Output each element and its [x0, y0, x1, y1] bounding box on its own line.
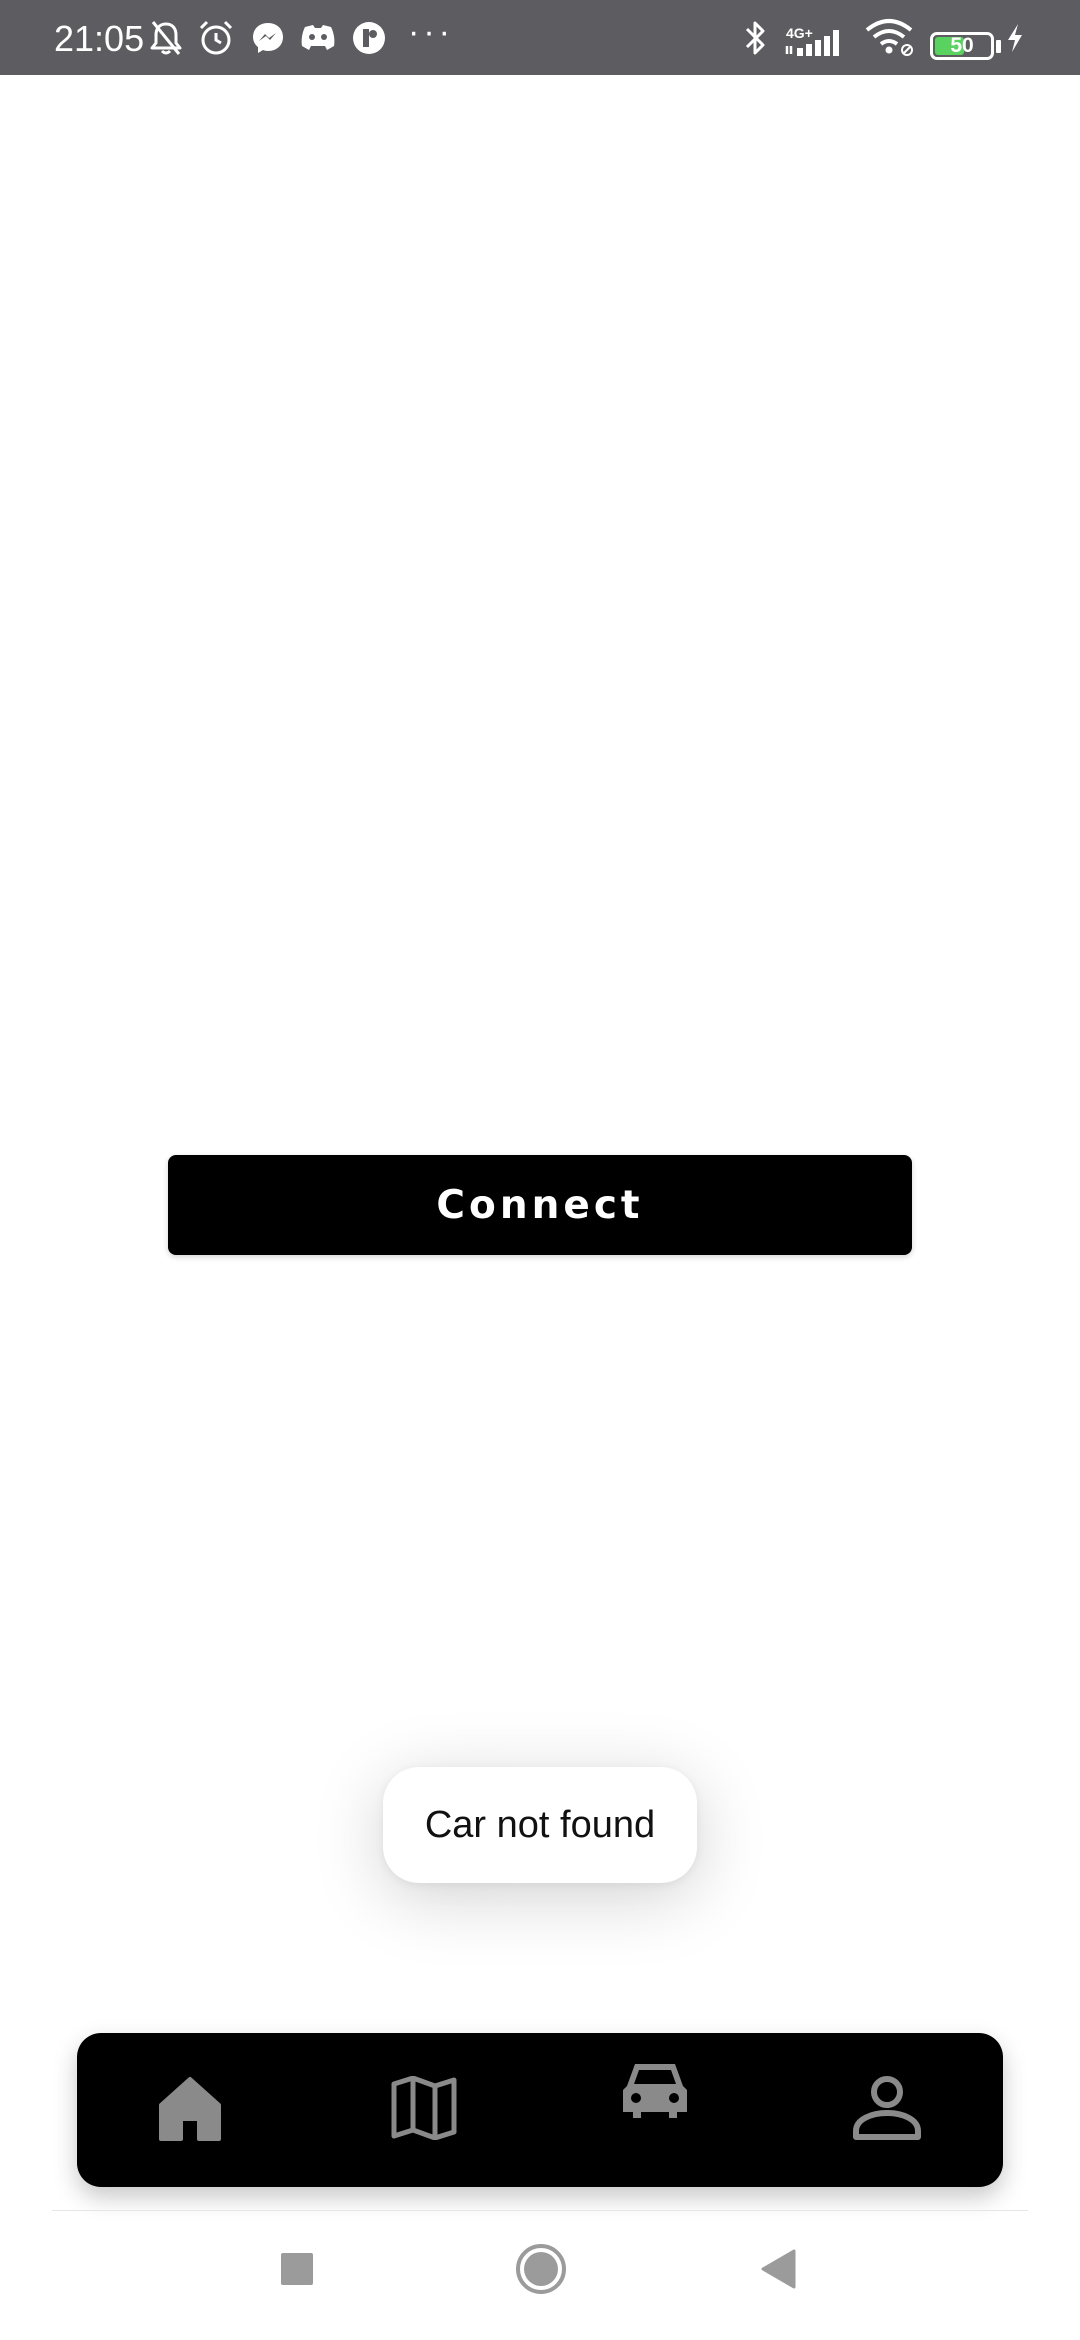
- bluetooth-icon: [740, 0, 770, 75]
- more-notifications-indicator: ···: [408, 13, 454, 51]
- charging-bolt-icon: [1002, 0, 1028, 75]
- recents-button[interactable]: [262, 2236, 332, 2306]
- alarm-icon: [196, 0, 236, 75]
- person-icon: [852, 2075, 922, 2146]
- system-home-button[interactable]: [506, 2236, 576, 2306]
- messenger-icon: [248, 0, 288, 75]
- status-bar: 21:05 ··· 4G+ 50: [0, 0, 1080, 75]
- nav-item-car[interactable]: [575, 2015, 735, 2169]
- map-icon: [391, 2075, 457, 2145]
- nav-item-profile[interactable]: [807, 2033, 967, 2187]
- bottom-navigation: [77, 2033, 1003, 2187]
- battery-indicator: 50: [930, 32, 994, 60]
- back-triangle-icon: [760, 2249, 798, 2294]
- car-icon: [621, 2060, 689, 2125]
- app-notification-icon: [349, 0, 389, 75]
- back-button[interactable]: [744, 2236, 814, 2306]
- nav-item-map[interactable]: [344, 2033, 504, 2187]
- home-icon: [157, 2075, 223, 2146]
- muted-bell-icon: [146, 0, 186, 75]
- connect-button[interactable]: Connect: [168, 1155, 912, 1255]
- system-nav-divider: [52, 2210, 1028, 2211]
- battery-cap: [996, 40, 1001, 53]
- discord-icon: [298, 0, 338, 75]
- battery-level-text: 50: [950, 34, 974, 57]
- status-time: 21:05: [54, 18, 145, 59]
- recents-square-icon: [280, 2252, 314, 2291]
- wifi-icon: [864, 0, 918, 75]
- toast-message: Car not found: [383, 1767, 697, 1883]
- signal-icon: [783, 0, 853, 75]
- nav-item-home[interactable]: [110, 2033, 270, 2187]
- home-circle-icon: [514, 2242, 568, 2301]
